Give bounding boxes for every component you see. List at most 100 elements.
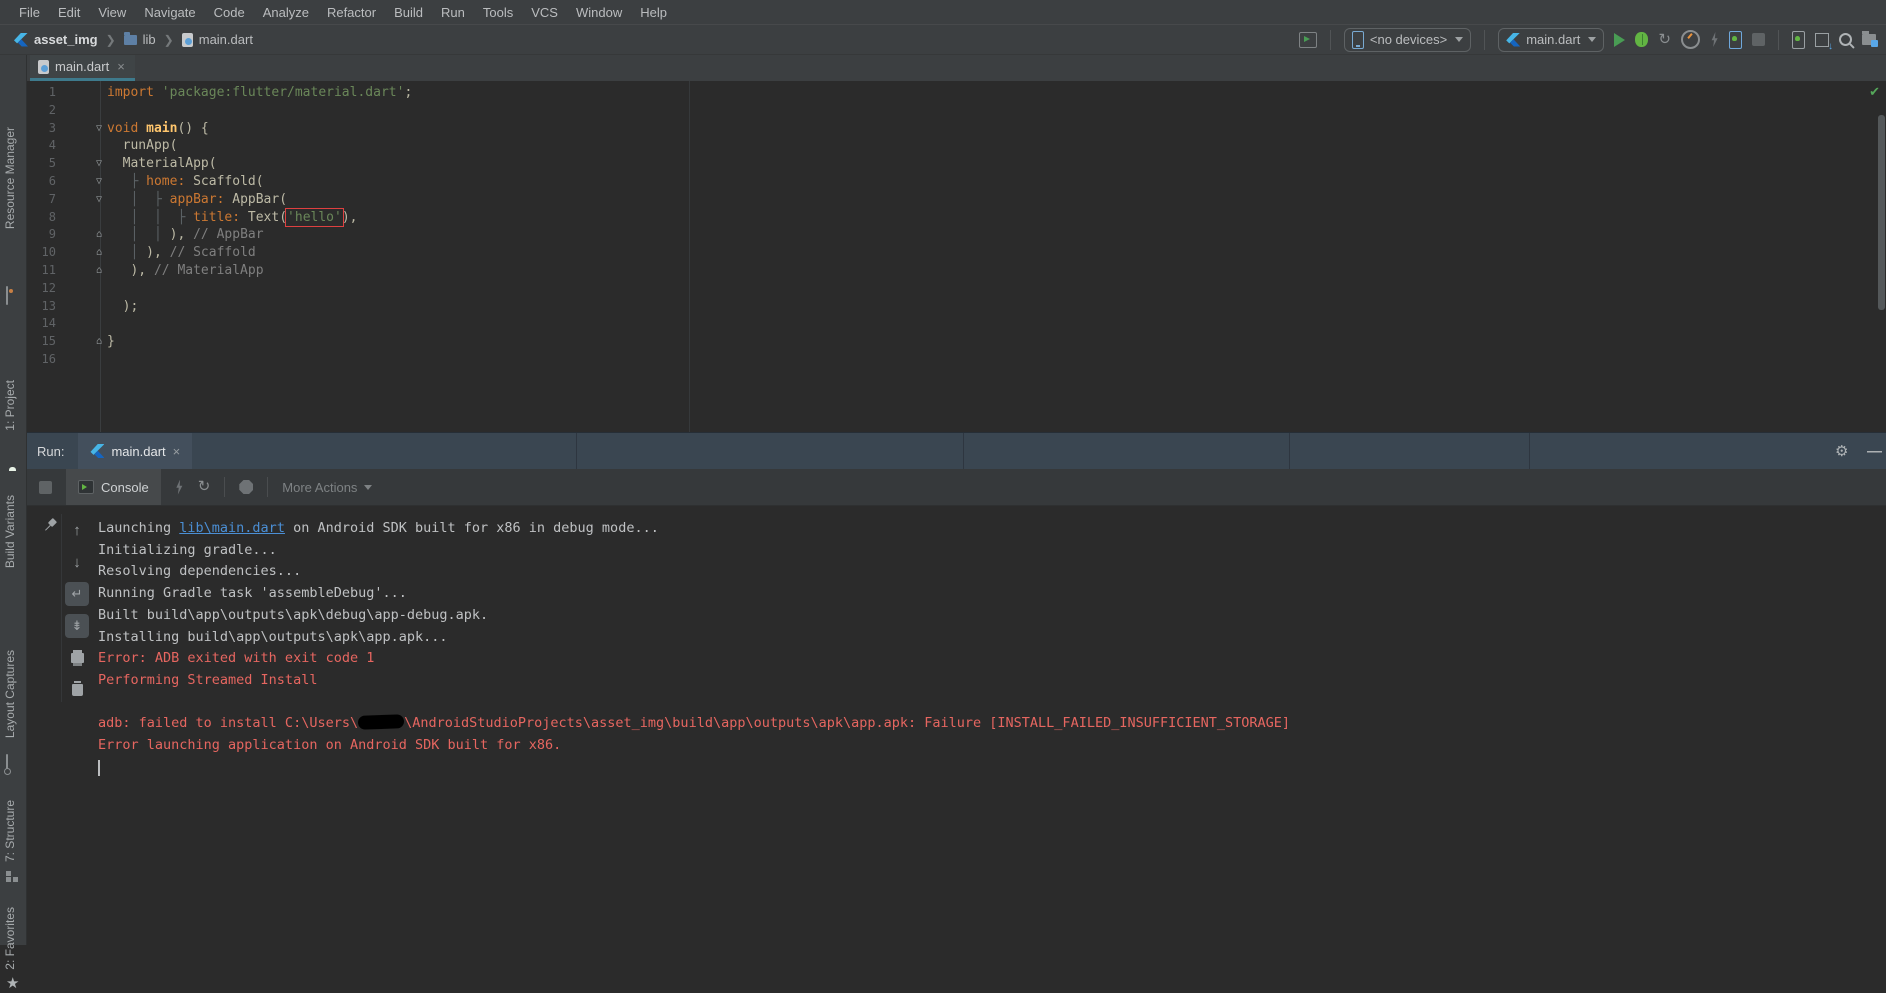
console-line: adb: failed to install C:\Users\ \Android… (98, 713, 1876, 735)
menu-run[interactable]: Run (432, 1, 474, 24)
sidebar-item-structure[interactable]: 7: Structure (3, 800, 17, 862)
hot-reload-icon[interactable] (176, 479, 183, 495)
structure-icon[interactable] (6, 870, 21, 885)
print-icon[interactable] (65, 646, 89, 670)
run-tool-window-icon[interactable] (1298, 31, 1317, 48)
menu-navigate[interactable]: Navigate (135, 1, 204, 24)
toolbar-separator (224, 477, 226, 497)
console-text: Built build\app\outputs\apk\debug\app-de… (98, 606, 489, 623)
coverage-button[interactable]: ↻ (1658, 32, 1671, 47)
run-button[interactable] (1614, 32, 1626, 47)
breadcrumb-file[interactable]: main.dart (199, 32, 253, 47)
code-token: Scaffold (193, 173, 256, 189)
run-config-value: main.dart (1526, 32, 1581, 47)
menu-help[interactable]: Help (631, 1, 676, 24)
close-icon[interactable]: × (117, 59, 125, 74)
menu-vcs[interactable]: VCS (522, 1, 567, 24)
code-editor[interactable]: 1 import 'package:flutter/material.dart';… (27, 81, 1886, 432)
project-structure-icon[interactable] (1862, 31, 1878, 47)
run-config-dropdown[interactable]: main.dart (1498, 27, 1605, 52)
code-token: title: (193, 209, 248, 225)
sidebar-item-favorites[interactable]: 2: Favorites (3, 907, 17, 970)
editor-scrollbar[interactable] (1878, 115, 1885, 310)
sidebar-item-resource-manager[interactable]: Resource Manager (3, 127, 17, 229)
hot-reload-icon[interactable] (1711, 32, 1718, 47)
code-line: 15 ⌂} (27, 333, 1886, 351)
menu-edit[interactable]: Edit (49, 1, 89, 24)
console-output: Launching lib\main.dart on Android SDK b… (98, 518, 1876, 776)
fold-marker-icon[interactable]: ▽ (91, 120, 107, 138)
stop-octagon-icon[interactable] (239, 480, 254, 494)
sidebar-item-build-variants[interactable]: Build Variants (3, 495, 17, 568)
sdk-manager-icon[interactable] (1815, 32, 1833, 52)
code-token: runApp( (107, 138, 178, 154)
sidebar-item-project[interactable]: 1: Project (3, 380, 17, 431)
hot-restart-icon[interactable] (1729, 30, 1742, 49)
sidebar-item-layout-captures[interactable]: Layout Captures (3, 650, 17, 738)
flutter-project-icon (14, 33, 28, 47)
up-stacktrace-icon[interactable]: ↑ (65, 518, 89, 542)
line-number: 10 (41, 245, 56, 260)
code-token: ), (146, 245, 170, 261)
console-file-link[interactable]: lib\main.dart (179, 520, 285, 536)
favorites-star-icon[interactable]: ★ (6, 975, 21, 991)
fold-marker-icon[interactable]: ⌂ (91, 226, 107, 244)
menu-refactor[interactable]: Refactor (318, 1, 385, 24)
more-actions-button[interactable]: More Actions (282, 480, 373, 495)
debug-button[interactable] (1635, 32, 1649, 47)
code-token: ); (107, 298, 139, 314)
run-panel-title: Run: (37, 443, 65, 459)
down-stacktrace-icon[interactable]: ↓ (65, 550, 89, 574)
fold-marker-icon[interactable]: ⌂ (91, 244, 107, 262)
menu-build[interactable]: Build (385, 1, 432, 24)
tab-console[interactable]: Console (66, 469, 161, 505)
hot-restart-icon[interactable]: ↻ (198, 479, 211, 494)
gear-icon[interactable]: ⚙ (1835, 442, 1848, 460)
console-line: Built build\app\outputs\apk\debug\app-de… (98, 605, 1876, 627)
breadcrumb-folder[interactable]: lib (143, 32, 156, 47)
code-token: │ (130, 245, 147, 261)
fold-marker-icon[interactable]: ⌂ (91, 333, 107, 351)
run-tab-main-dart[interactable]: main.dart × (78, 433, 193, 469)
code-line: 5 ▽ MaterialApp( (27, 155, 1886, 173)
scroll-to-end-icon[interactable]: ⇟ (65, 614, 89, 638)
search-icon[interactable] (1839, 33, 1852, 46)
attach-debugger-icon[interactable] (1792, 30, 1805, 49)
clear-console-icon[interactable] (65, 678, 89, 702)
device-selector-dropdown[interactable]: <no devices> (1343, 27, 1472, 52)
fold-marker-icon[interactable]: ⌂ (91, 262, 107, 280)
android-project-icon[interactable] (6, 463, 21, 478)
console-line: Initializing gradle... (98, 540, 1876, 562)
soft-wrap-icon[interactable]: ↵ (65, 582, 89, 606)
close-icon[interactable]: × (173, 444, 181, 459)
menu-view[interactable]: View (89, 1, 135, 24)
fold-marker-icon[interactable]: ▽ (91, 155, 107, 173)
menu-file[interactable]: File (10, 1, 49, 24)
rerun-stop-icon[interactable] (39, 480, 52, 494)
fold-marker-icon[interactable]: ▽ (91, 173, 107, 191)
resource-manager-icon[interactable] (6, 286, 21, 305)
breadcrumb-project[interactable]: asset_img (34, 32, 98, 47)
line-number: 5 (48, 156, 56, 171)
profiler-button[interactable] (1681, 30, 1700, 49)
console-text: \AndroidStudioProjects\asset_img\build\a… (404, 715, 1291, 732)
pin-icon[interactable] (40, 515, 60, 535)
layout-captures-icon[interactable] (6, 754, 21, 773)
minimize-icon[interactable]: — (1867, 443, 1882, 460)
dart-file-icon (38, 59, 49, 74)
code-token: // Scaffold (169, 245, 256, 261)
menu-analyze[interactable]: Analyze (254, 1, 318, 24)
menu-code[interactable]: Code (205, 1, 254, 24)
menu-tools[interactable]: Tools (474, 1, 522, 24)
line-number: 2 (48, 102, 56, 117)
chevron-right-icon: ❯ (105, 32, 116, 47)
fold-marker-icon[interactable]: ▽ (91, 191, 107, 209)
code-line: 10 ⌂ │ ), // Scaffold (27, 244, 1886, 262)
menu-window[interactable]: Window (567, 1, 631, 24)
tab-main-dart[interactable]: main.dart × (30, 55, 135, 81)
build-variants-icon[interactable] (6, 600, 21, 615)
terminal-icon (78, 480, 94, 494)
code-token: ( (279, 191, 288, 207)
stop-button[interactable] (1752, 33, 1765, 46)
console-text: Launching (98, 520, 180, 536)
